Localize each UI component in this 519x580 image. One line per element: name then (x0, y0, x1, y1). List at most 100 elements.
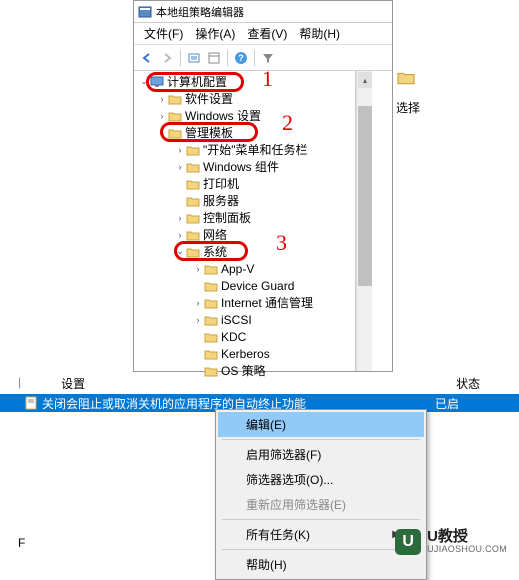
folder-icon (168, 127, 182, 139)
folder-icon (186, 212, 200, 224)
svg-text:?: ? (238, 53, 244, 63)
tree-item[interactable]: KDC (134, 328, 355, 345)
help-icon[interactable]: ? (232, 49, 250, 67)
tree-item[interactable]: ⌄ 管理模板 (134, 124, 355, 141)
chevron-right-icon[interactable]: › (156, 94, 168, 104)
tree-label: Device Guard (221, 279, 294, 293)
tree-item[interactable]: › Internet 通信管理 (134, 294, 355, 311)
window-title: 本地组策略编辑器 (156, 4, 244, 20)
tree-label: App-V (221, 262, 254, 276)
tree-item[interactable]: › 控制面板 (134, 209, 355, 226)
forward-button[interactable] (158, 49, 176, 67)
tree-item[interactable]: › App-V (134, 260, 355, 277)
tree-item[interactable]: ⌄ 系统 (134, 243, 355, 260)
tree-item[interactable]: › 网络 (134, 226, 355, 243)
tree-item[interactable]: Device Guard (134, 277, 355, 294)
menu-file[interactable]: 文件(F) (138, 25, 189, 42)
chevron-right-icon[interactable]: › (192, 264, 204, 274)
folder-icon (186, 178, 200, 190)
folder-icon (204, 263, 218, 275)
tree-item[interactable]: › "开始"菜单和任务栏 (134, 141, 355, 158)
chevron-down-icon[interactable]: ⌄ (174, 246, 186, 257)
folder-icon (204, 297, 218, 309)
tree-label: 管理模板 (185, 124, 233, 141)
menubar: 文件(F) 操作(A) 查看(V) 帮助(H) (134, 23, 392, 45)
tree-label: 系统 (203, 243, 227, 260)
computer-icon (150, 76, 164, 88)
tree-item[interactable]: 服务器 (134, 192, 355, 209)
column-setting[interactable]: 设置 (61, 375, 456, 392)
toolbar: ? (134, 45, 392, 71)
folder-icon (168, 110, 182, 122)
tree-label: 服务器 (203, 192, 239, 209)
vertical-scrollbar[interactable]: ▴ (356, 71, 372, 371)
chevron-right-icon[interactable]: › (192, 298, 204, 308)
policy-icon (24, 396, 38, 410)
tree-label: 网络 (203, 226, 227, 243)
menu-enable-filter[interactable]: 启用筛选器(F) (218, 442, 424, 467)
tree-label: 控制面板 (203, 209, 251, 226)
column-status[interactable]: 状态 (456, 375, 506, 392)
tree-item[interactable]: › Windows 组件 (134, 158, 355, 175)
watermark-logo: U (395, 529, 421, 555)
tree-item[interactable]: › Windows 设置 (134, 107, 355, 124)
menu-filter-options[interactable]: 筛选器选项(O)... (218, 467, 424, 492)
tree-label: 打印机 (203, 175, 239, 192)
chevron-down-icon[interactable]: ⌄ (138, 76, 150, 87)
folder-icon (186, 195, 200, 207)
chevron-right-icon[interactable]: › (174, 145, 186, 155)
scroll-up-button[interactable]: ▴ (358, 72, 372, 88)
tree-label: Windows 组件 (203, 158, 279, 175)
filter-icon[interactable] (259, 49, 277, 67)
app-icon (138, 5, 152, 19)
tree-label: 软件设置 (185, 90, 233, 107)
menu-action[interactable]: 操作(A) (189, 25, 241, 42)
menu-separator (222, 519, 420, 520)
back-button[interactable] (138, 49, 156, 67)
tree-item[interactable]: Kerberos (134, 345, 355, 362)
folder-icon (204, 314, 218, 326)
list-header-prefix: | (18, 375, 21, 392)
right-panel-strip: 选择 (396, 70, 426, 116)
menu-view[interactable]: 查看(V) (241, 25, 293, 42)
tree-item[interactable]: › 软件设置 (134, 90, 355, 107)
folder-icon (204, 348, 218, 360)
watermark-brand: U教授 (427, 529, 507, 546)
scroll-thumb[interactable] (358, 106, 372, 286)
settings-list: | 设置 状态 关闭会阻止或取消关机的应用程序的自动终止功能 已启 (0, 373, 519, 412)
right-label: 选择 (396, 99, 426, 116)
tree-item[interactable]: 打印机 (134, 175, 355, 192)
tree-root[interactable]: ⌄ 计算机配置 (134, 73, 355, 90)
menu-reapply-filter: 重新应用筛选器(E) (218, 492, 424, 517)
menu-help[interactable]: 帮助(H) (218, 552, 424, 577)
menu-separator (222, 439, 420, 440)
chevron-down-icon[interactable]: ⌄ (156, 127, 168, 138)
tree-label: Windows 设置 (185, 107, 261, 124)
watermark-url: UJIAOSHOU.COM (427, 545, 507, 555)
chevron-right-icon[interactable]: › (156, 111, 168, 121)
folder-icon (204, 280, 218, 292)
up-button[interactable] (185, 49, 203, 67)
chevron-right-icon[interactable]: › (192, 315, 204, 325)
folder-icon (396, 70, 416, 86)
show-button[interactable] (205, 49, 223, 67)
tree-item[interactable]: ›iSCSI (134, 311, 355, 328)
menu-edit[interactable]: 编辑(E) (218, 412, 424, 437)
menu-all-tasks[interactable]: 所有任务(K)▶ (218, 522, 424, 547)
titlebar: 本地组策略编辑器 (134, 1, 392, 23)
folder-icon (186, 246, 200, 258)
tree-label: Internet 通信管理 (221, 294, 313, 311)
chevron-right-icon[interactable]: › (174, 162, 186, 172)
chevron-right-icon[interactable]: › (174, 230, 186, 240)
chevron-right-icon[interactable]: › (174, 213, 186, 223)
menu-help[interactable]: 帮助(H) (293, 25, 346, 42)
folder-icon (204, 331, 218, 343)
list-row-status: 已启 (435, 395, 485, 412)
menu-separator (222, 549, 420, 550)
footer-f: F (18, 536, 25, 550)
tree-label: "开始"菜单和任务栏 (203, 141, 308, 158)
watermark: U U教授 UJIAOSHOU.COM (395, 529, 507, 555)
tree-label: Kerberos (221, 347, 270, 361)
tree-label: KDC (221, 330, 246, 344)
folder-icon (186, 144, 200, 156)
